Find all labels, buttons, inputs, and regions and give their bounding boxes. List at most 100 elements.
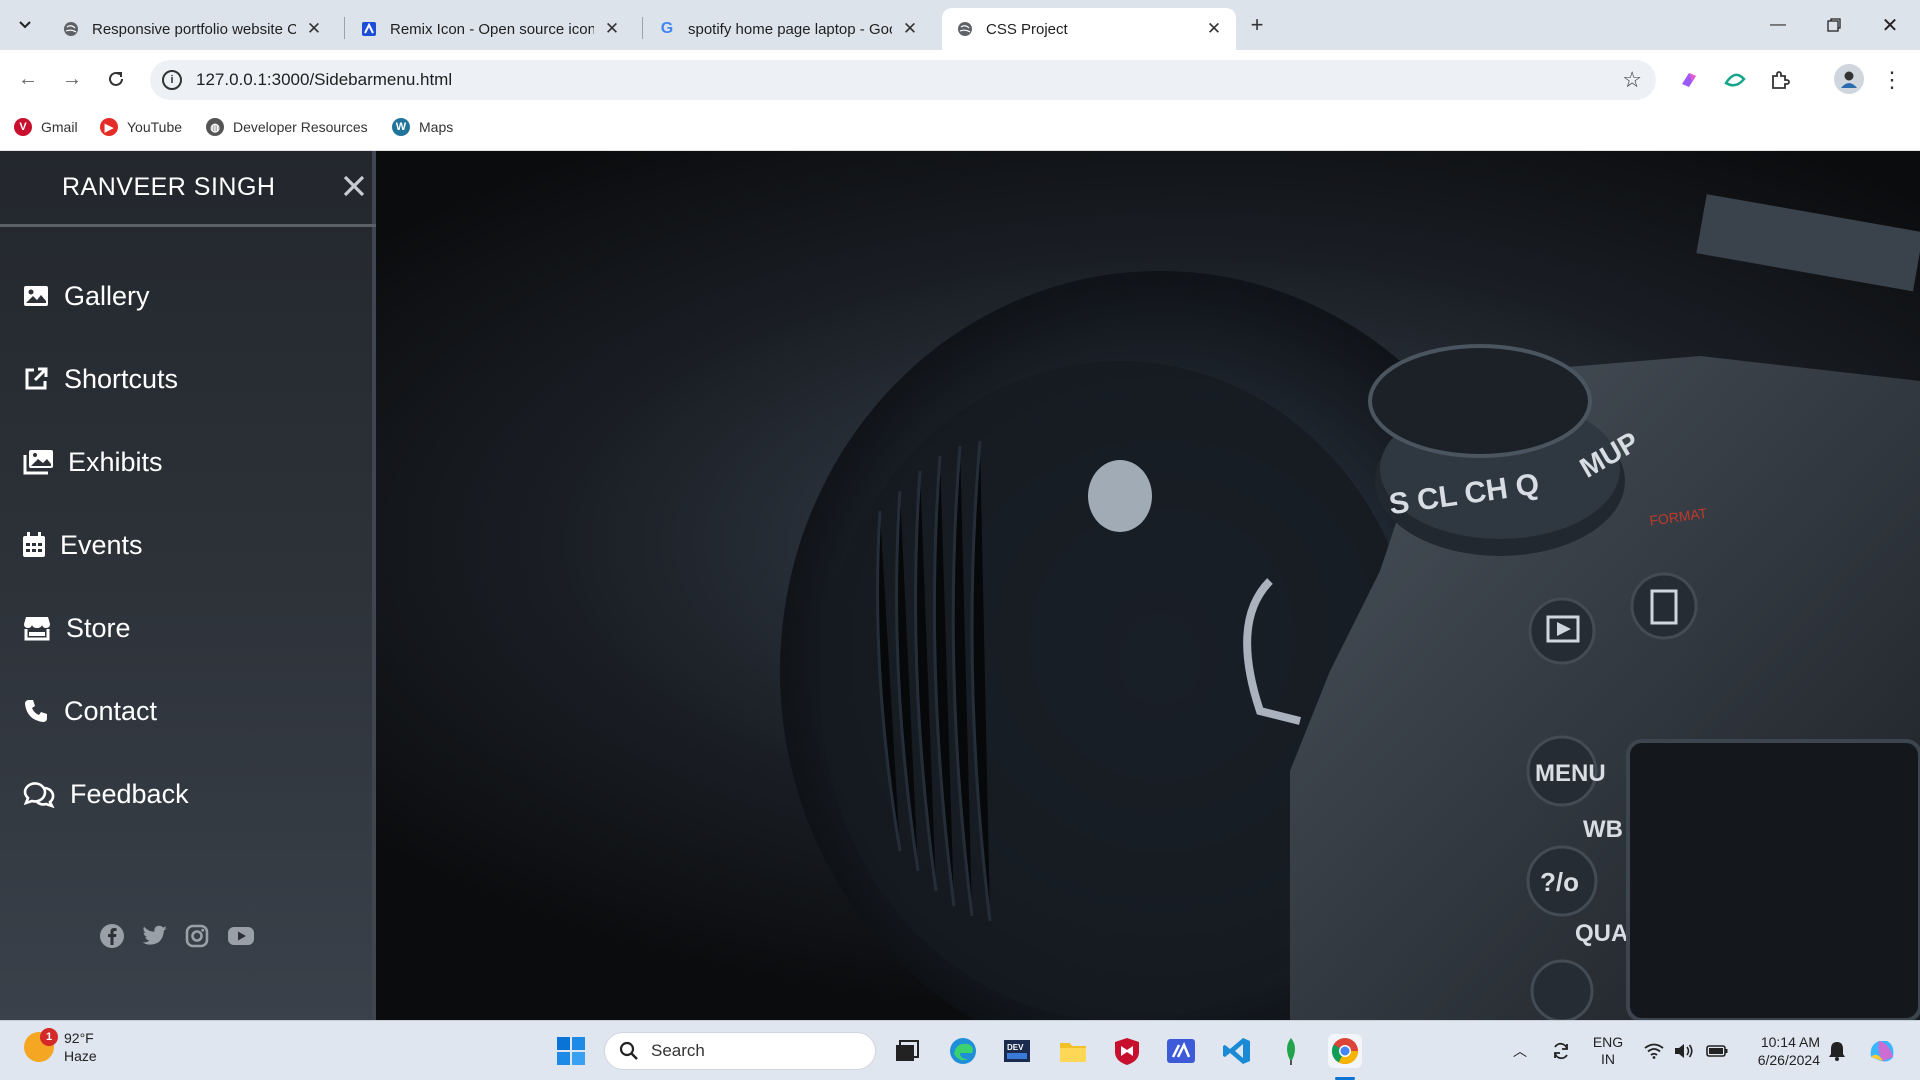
google-icon: G	[660, 20, 674, 37]
address-bar[interactable]: i 127.0.0.1:3000/Sidebarmenu.html ☆	[150, 60, 1656, 100]
tab-google-search[interactable]: G spotify home page laptop - Goo ✕	[644, 8, 932, 50]
close-icon[interactable]: ✕	[304, 19, 324, 39]
bookmark-developer-resources[interactable]: ◍ Developer Resources	[206, 118, 368, 136]
tab-search-button[interactable]	[10, 10, 40, 40]
bookmark-label: Developer Resources	[233, 119, 368, 135]
minimize-button[interactable]: —	[1750, 0, 1806, 50]
arrow-left-icon: ←	[18, 67, 38, 90]
globe-icon: ◍	[206, 118, 224, 136]
forward-button[interactable]: →	[56, 63, 88, 95]
profile-avatar[interactable]	[1834, 64, 1864, 94]
bookmark-label: YouTube	[127, 119, 183, 135]
language-indicator[interactable]: ENG IN	[1586, 1021, 1630, 1081]
bookmark-label: Gmail	[41, 119, 78, 135]
close-icon[interactable]: ✕	[1204, 19, 1224, 39]
sidebar-item-label: Shortcuts	[64, 363, 179, 394]
mongodb-icon[interactable]	[1274, 1034, 1308, 1068]
tab-label: Remix Icon - Open source icon	[390, 20, 594, 38]
reload-button[interactable]	[100, 63, 132, 95]
facebook-icon[interactable]	[99, 923, 125, 949]
svg-text:DEV: DEV	[1007, 1043, 1024, 1052]
sidebar-item-label: Events	[60, 529, 143, 560]
tab-separator	[642, 17, 643, 39]
windows-taskbar: 1 92°F Haze Search DEV ︿ ENG IN 10:14 AM…	[0, 1020, 1920, 1080]
close-window-button[interactable]: ✕	[1862, 0, 1918, 50]
vivaldi-icon: V	[14, 118, 32, 136]
tab-css-project[interactable]: CSS Project ✕	[942, 8, 1236, 50]
search-label: Search	[651, 1041, 705, 1060]
language-line1: ENG	[1592, 1034, 1624, 1050]
clock-time: 10:14 AM	[1760, 1034, 1820, 1050]
sync-icon[interactable]	[1548, 1021, 1574, 1081]
tab-remix-icon[interactable]: Remix Icon - Open source icon ✕	[346, 8, 634, 50]
new-tab-button[interactable]: +	[1244, 12, 1270, 38]
sidebar-item-label: Exhibits	[68, 446, 163, 477]
site-info-icon[interactable]: i	[162, 70, 182, 90]
twitter-icon[interactable]	[142, 923, 168, 949]
sidebar-item-shortcuts[interactable]: Shortcuts	[22, 355, 178, 403]
extension-leaf-icon[interactable]	[1723, 68, 1747, 92]
windows-start-icon[interactable]	[554, 1034, 588, 1068]
edge-browser-icon[interactable]	[946, 1034, 980, 1068]
globe-icon	[62, 20, 80, 38]
bookmark-label: Maps	[419, 119, 454, 135]
bookmark-star-icon[interactable]: ☆	[1622, 67, 1642, 93]
close-icon[interactable]: ✕	[602, 19, 622, 39]
extension-copilot-icon[interactable]	[1677, 68, 1701, 92]
external-link-icon	[22, 365, 50, 393]
sidebar-item-exhibits[interactable]: Exhibits	[22, 438, 163, 486]
url-text[interactable]: 127.0.0.1:3000/Sidebarmenu.html	[196, 70, 452, 90]
wifi-icon[interactable]	[1642, 1021, 1666, 1081]
code-app-icon[interactable]	[1164, 1034, 1198, 1068]
clock[interactable]: 10:14 AM 6/26/2024	[1740, 1021, 1820, 1081]
sidebar-close-button[interactable]	[340, 171, 368, 201]
volume-icon[interactable]	[1672, 1021, 1696, 1081]
sidebar-header: RANVEER SINGH	[0, 151, 376, 227]
store-icon	[22, 614, 52, 642]
sidebar-item-feedback[interactable]: Feedback	[22, 770, 189, 818]
sidebar-item-events[interactable]: Events	[22, 521, 143, 569]
sidebar-item-store[interactable]: Store	[22, 604, 131, 652]
calendar-icon	[22, 531, 46, 559]
chrome-icon[interactable]	[1328, 1034, 1362, 1068]
battery-icon[interactable]	[1704, 1021, 1730, 1081]
restore-button[interactable]	[1806, 0, 1862, 50]
back-button[interactable]: ←	[12, 63, 44, 95]
tab-portfolio[interactable]: Responsive portfolio website Cl ✕	[48, 8, 336, 50]
bookmark-maps[interactable]: W Maps	[392, 118, 453, 136]
bookmarks-bar: V Gmail ▶ YouTube ◍ Developer Resources …	[0, 108, 1920, 151]
menu-kebab-icon[interactable]: ⋮	[1880, 67, 1904, 92]
sidebar-menu: RANVEER SINGH Gallery Shortcuts Exhibits…	[0, 151, 376, 1020]
instagram-icon[interactable]	[184, 923, 210, 949]
extensions-puzzle-icon[interactable]	[1768, 68, 1792, 92]
bookmark-youtube[interactable]: ▶ YouTube	[100, 118, 182, 136]
file-explorer-icon[interactable]	[1056, 1034, 1090, 1068]
sidebar-item-label: Contact	[64, 695, 158, 726]
sidebar-title: RANVEER SINGH	[62, 173, 276, 201]
sidebar-item-label: Gallery	[64, 280, 150, 311]
restore-icon	[1827, 18, 1841, 32]
copilot-icon[interactable]	[1864, 1021, 1900, 1081]
wordpress-icon: W	[392, 118, 410, 136]
reload-icon	[109, 71, 123, 86]
image-icon	[22, 282, 50, 310]
notification-badge: 1	[40, 1028, 58, 1046]
chevron-down-icon	[19, 21, 31, 29]
svg-text:?/o: ?/o	[1540, 867, 1579, 897]
sidebar-item-gallery[interactable]: Gallery	[22, 272, 150, 320]
notifications-bell-icon[interactable]	[1824, 1021, 1850, 1081]
youtube-icon[interactable]	[226, 923, 256, 949]
sidebar-item-contact[interactable]: Contact	[22, 687, 157, 735]
bookmark-gmail[interactable]: V Gmail	[14, 118, 78, 136]
language-line2: IN	[1601, 1051, 1615, 1067]
browser-tab-bar: Responsive portfolio website Cl ✕ Remix …	[0, 0, 1920, 50]
dev-app-icon[interactable]: DEV	[1000, 1034, 1034, 1068]
show-hidden-icons-button[interactable]: ︿	[1508, 1021, 1532, 1081]
vscode-icon[interactable]	[1220, 1034, 1254, 1068]
taskbar-search-input[interactable]: Search	[604, 1032, 876, 1070]
close-icon[interactable]: ✕	[900, 19, 920, 39]
weather-widget[interactable]: 1 92°F Haze	[24, 1028, 97, 1065]
browser-toolbar: ← → i 127.0.0.1:3000/Sidebarmenu.html ☆ …	[0, 50, 1920, 108]
task-view-icon[interactable]	[890, 1034, 924, 1068]
mcafee-icon[interactable]	[1110, 1034, 1144, 1068]
